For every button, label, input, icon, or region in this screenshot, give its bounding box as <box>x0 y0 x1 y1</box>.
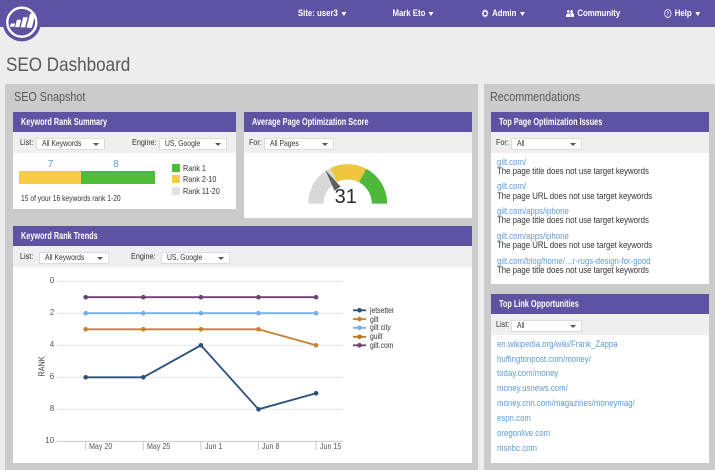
svg-text:?: ? <box>667 11 670 16</box>
